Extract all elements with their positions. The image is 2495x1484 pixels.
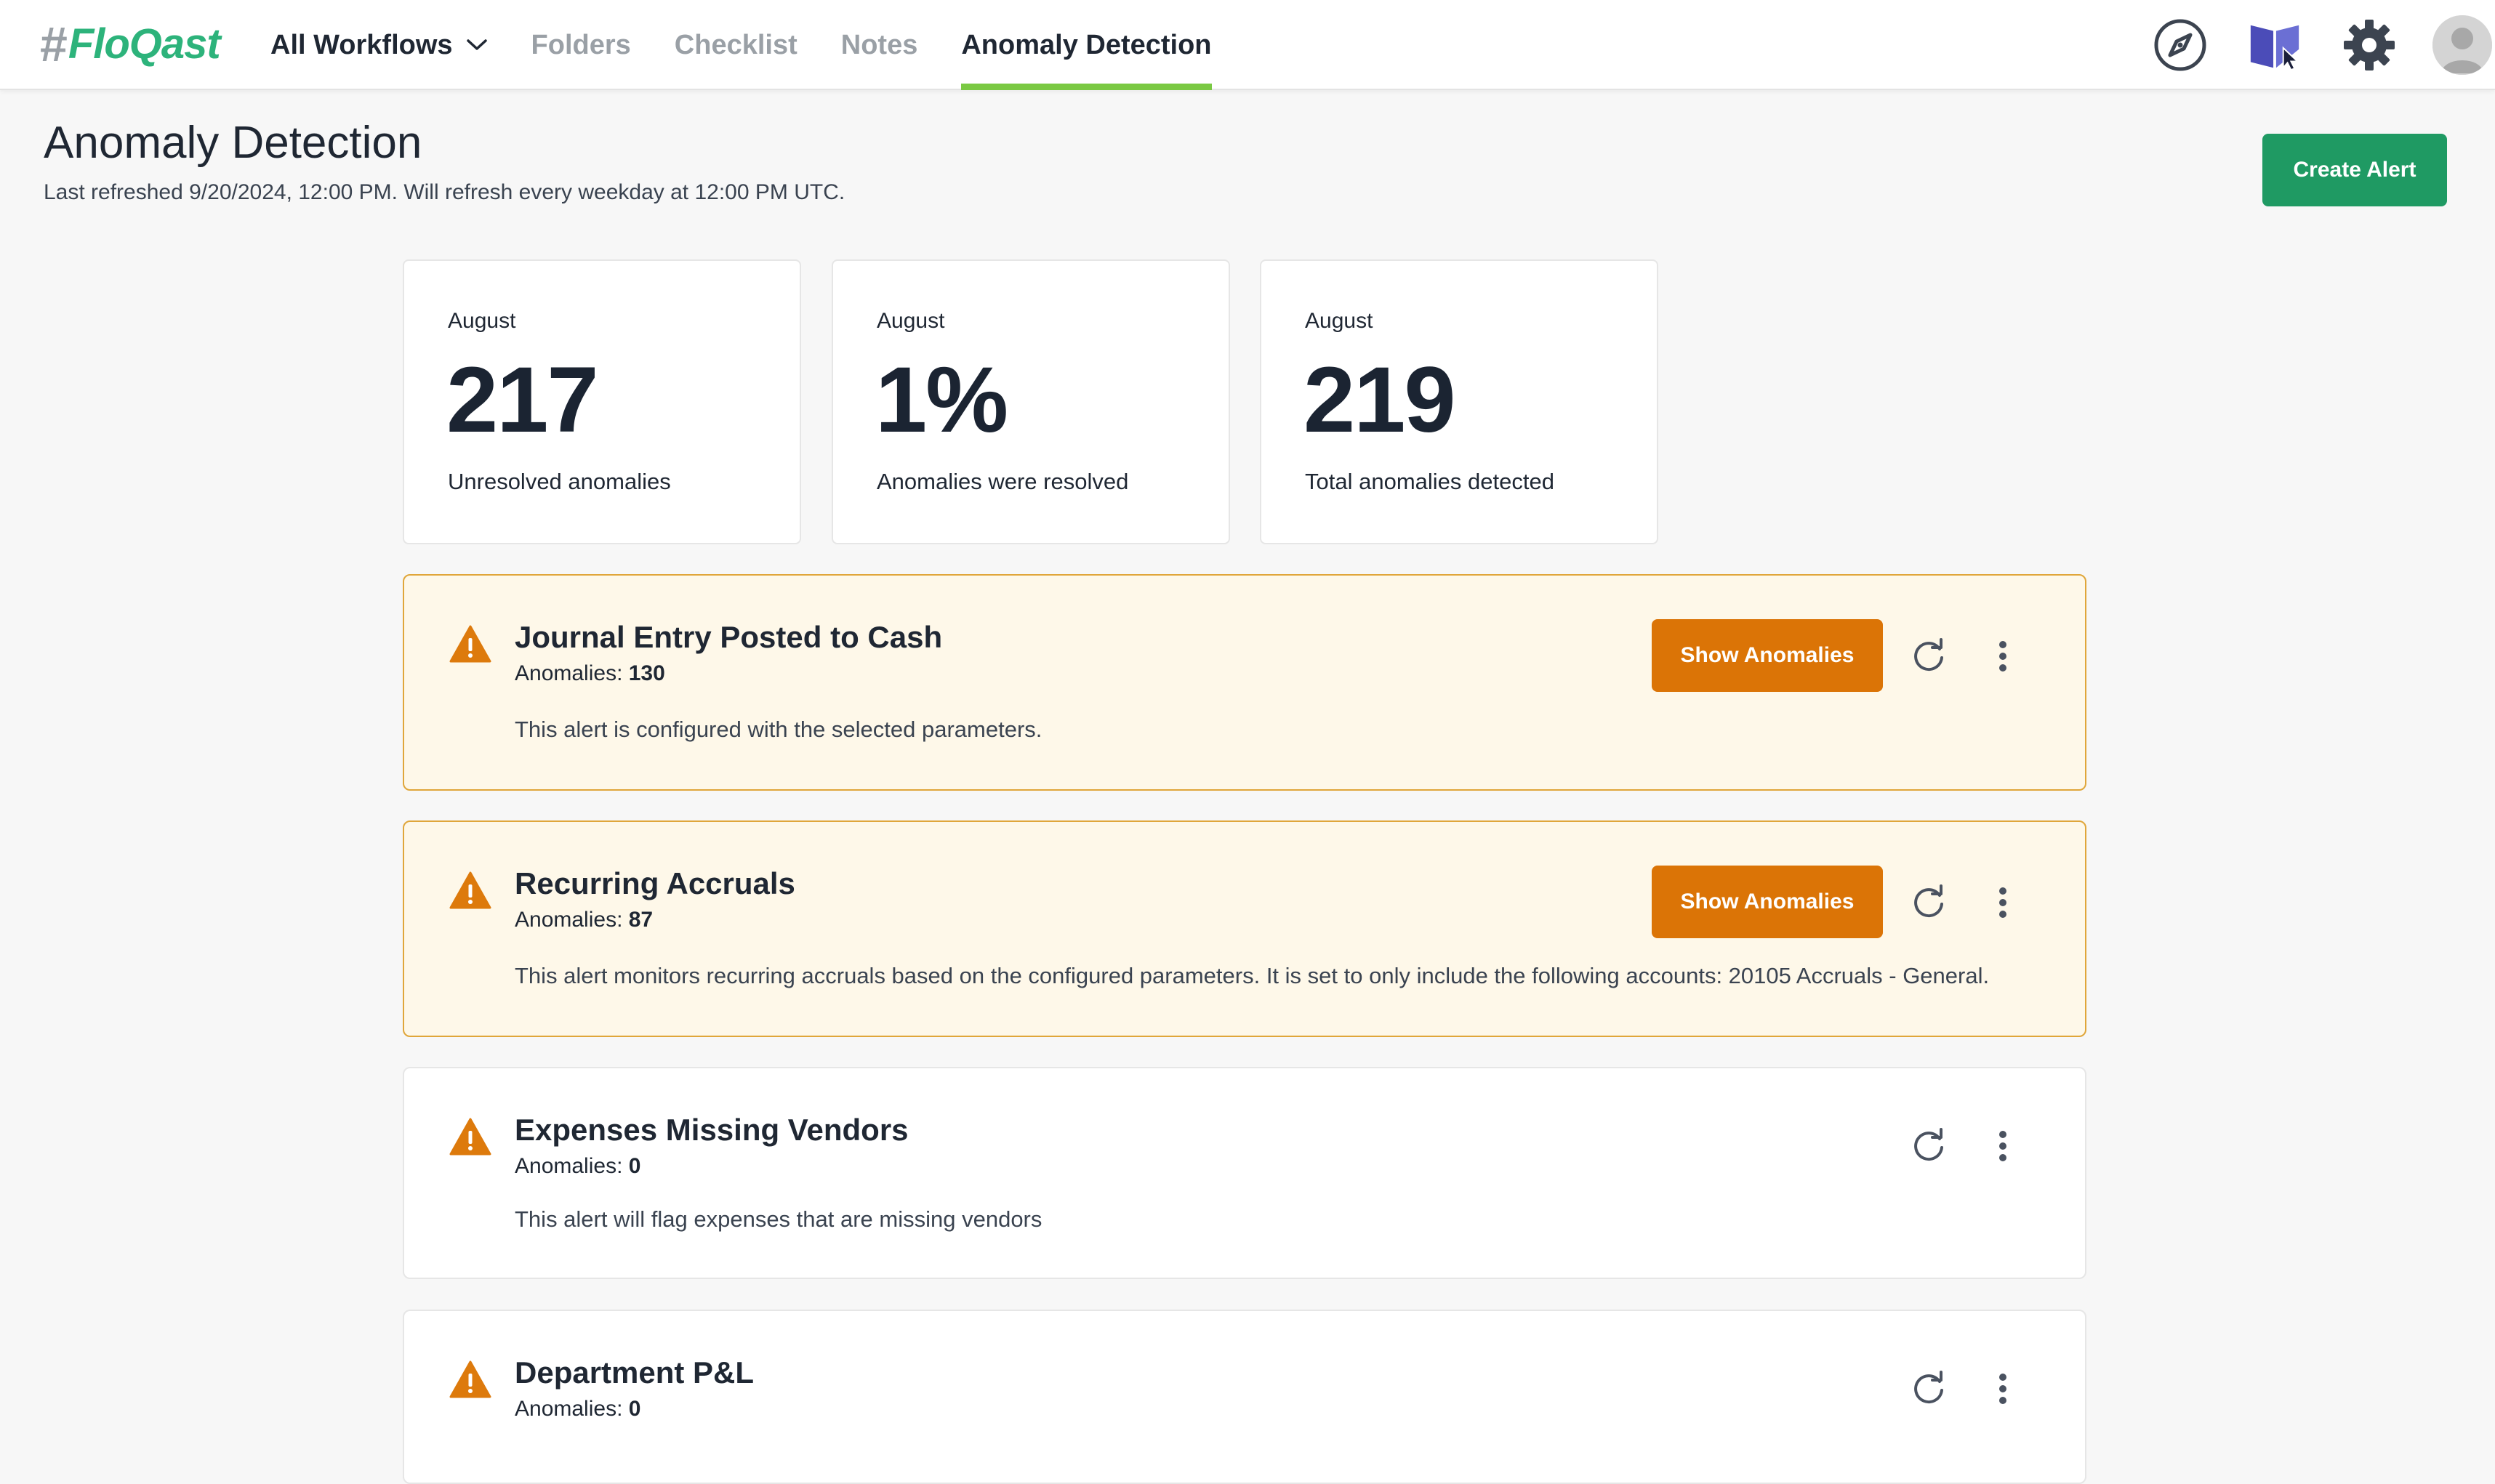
floqast-logo[interactable]: # FloQast — [39, 17, 221, 72]
stat-value: 217 — [446, 348, 599, 452]
alert-title: Expenses Missing Vendors — [515, 1113, 909, 1147]
refresh-icon[interactable] — [1911, 638, 1947, 674]
anomaly-count-label: Anomalies: — [515, 908, 623, 932]
alert-card-journal-entry: Journal Entry Posted to Cash Anomalies: … — [403, 574, 2086, 791]
compass-icon[interactable] — [2152, 17, 2209, 73]
gear-icon[interactable] — [2341, 17, 2398, 73]
nav-folders[interactable]: Folders — [531, 0, 631, 90]
stat-card-unresolved: August 217 Unresolved anomalies — [403, 259, 801, 544]
kebab-icon[interactable] — [1992, 638, 2014, 674]
refresh-icon[interactable] — [1911, 884, 1947, 921]
alert-card-department-pl: Department P&L Anomalies: 0 — [403, 1310, 2086, 1484]
warning-triangle-icon — [449, 625, 491, 663]
alert-card-expenses-missing-vendors: Expenses Missing Vendors Anomalies: 0 Th… — [403, 1067, 2086, 1279]
kebab-icon[interactable] — [1992, 1128, 2014, 1164]
stat-value: 219 — [1303, 348, 1456, 452]
alert-anomaly-count: Anomalies: 87 — [515, 908, 653, 932]
alert-description: This alert is configured with the select… — [515, 717, 1042, 742]
kebab-icon[interactable] — [1992, 1371, 2014, 1407]
nav-checklist[interactable]: Checklist — [675, 0, 797, 90]
create-alert-button[interactable]: Create Alert — [2262, 134, 2447, 206]
stat-month: August — [448, 309, 516, 333]
show-anomalies-button[interactable]: Show Anomalies — [1652, 619, 1883, 692]
stat-month: August — [1305, 309, 1373, 333]
alert-anomaly-count: Anomalies: 0 — [515, 1397, 640, 1422]
nav-notes-label: Notes — [840, 29, 918, 60]
alert-description: This alert will flag expenses that are m… — [515, 1206, 1042, 1232]
main-nav: All Workflows Folders Checklist Notes An… — [270, 0, 1255, 90]
alert-card-recurring-accruals: Recurring Accruals Anomalies: 87 This al… — [403, 820, 2086, 1037]
stat-value: 1% — [875, 348, 1008, 452]
show-anomalies-button[interactable]: Show Anomalies — [1652, 866, 1883, 938]
anomaly-count-label: Anomalies: — [515, 1397, 623, 1421]
logo-text: FloQast — [68, 20, 221, 68]
alert-description: This alert monitors recurring accruals b… — [515, 963, 1990, 988]
alert-anomaly-count: Anomalies: 0 — [515, 1154, 640, 1179]
anomaly-count-value: 0 — [628, 1397, 641, 1421]
alert-title: Department P&L — [515, 1355, 755, 1390]
nav-notes[interactable]: Notes — [841, 0, 918, 90]
nav-all-workflows-label: All Workflows — [270, 29, 453, 60]
kebab-icon[interactable] — [1992, 884, 2014, 921]
warning-triangle-icon — [449, 1360, 491, 1398]
anomaly-count-label: Anomalies: — [515, 661, 623, 685]
refresh-icon[interactable] — [1911, 1371, 1947, 1407]
book-cursor-icon[interactable] — [2246, 17, 2303, 73]
stat-month: August — [877, 309, 945, 333]
stat-card-resolved: August 1% Anomalies were resolved — [832, 259, 1230, 544]
alert-anomaly-count: Anomalies: 130 — [515, 661, 665, 686]
anomaly-count-value: 0 — [628, 1154, 641, 1178]
last-refreshed-note: Last refreshed 9/20/2024, 12:00 PM. Will… — [44, 180, 845, 204]
refresh-icon[interactable] — [1911, 1128, 1947, 1164]
chevron-down-icon — [466, 38, 488, 52]
nav-folders-label: Folders — [531, 29, 631, 60]
alert-title: Recurring Accruals — [515, 866, 795, 900]
warning-triangle-icon — [449, 1118, 491, 1156]
stat-label: Unresolved anomalies — [448, 469, 671, 494]
avatar-icon[interactable] — [2432, 15, 2492, 75]
top-navigation-bar: # FloQast All Workflows Folders Checklis… — [0, 0, 2495, 90]
page-title: Anomaly Detection — [44, 118, 422, 168]
stat-label: Total anomalies detected — [1305, 469, 1554, 494]
anomaly-count-label: Anomalies: — [515, 1154, 623, 1178]
nav-anomaly-detection-label: Anomaly Detection — [961, 29, 1212, 60]
nav-all-workflows[interactable]: All Workflows — [270, 0, 488, 90]
nav-anomaly-detection[interactable]: Anomaly Detection — [961, 0, 1212, 90]
anomaly-count-value: 87 — [628, 908, 654, 932]
alert-title: Journal Entry Posted to Cash — [515, 620, 943, 654]
stat-label: Anomalies were resolved — [877, 469, 1129, 494]
nav-checklist-label: Checklist — [674, 29, 797, 60]
anomaly-count-value: 130 — [628, 661, 665, 685]
top-right-icons — [2114, 0, 2495, 90]
warning-triangle-icon — [449, 871, 491, 909]
stat-card-total: August 219 Total anomalies detected — [1260, 259, 1658, 544]
logo-hash: # — [39, 17, 67, 72]
